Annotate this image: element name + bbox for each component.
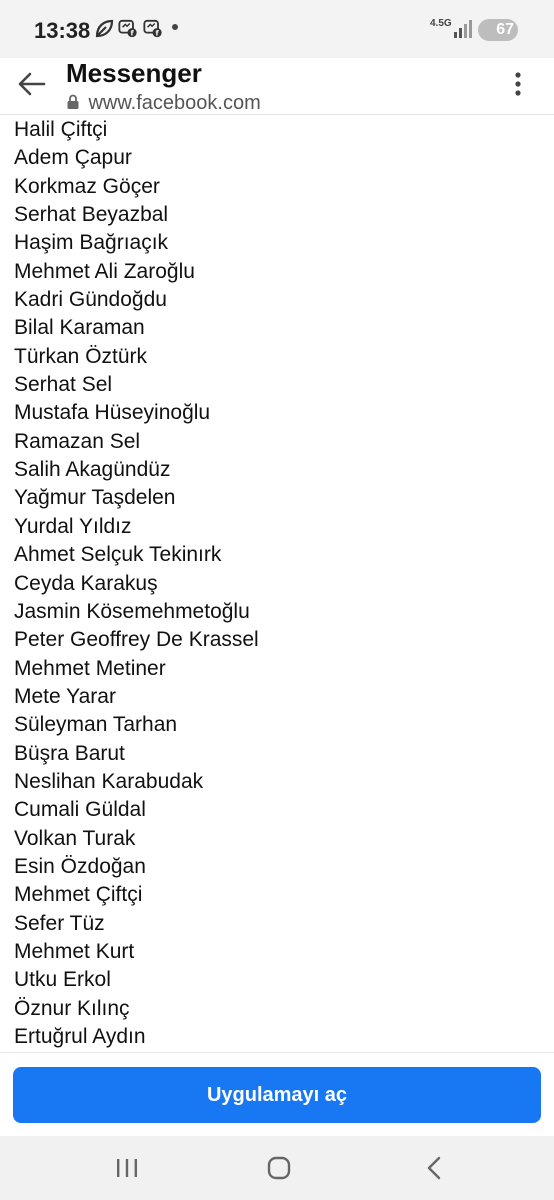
list-item: Öznur Kılınç [14,996,130,1020]
list-item: Volkan Turak [14,826,136,850]
list-item: Sefer Tüz [14,911,105,935]
list-item: Mete Yarar [14,684,116,708]
list-item: Jasmin Kösemehmetoğlu [14,599,250,623]
list-item: Büşra Barut [14,741,125,765]
list-item: Süleyman Tarhan [14,713,178,737]
list-item: Kadri Gündoğdu [14,288,167,312]
recent-apps-icon[interactable] [112,1154,142,1182]
back-nav-icon[interactable] [420,1154,450,1182]
list-item: Ceyda Karakuş [14,571,158,595]
url-row: www.facebook.com [66,92,261,114]
status-bar: 13:38 f f 4.5G 67 [0,0,554,58]
list-item: Cumali Güldal [14,798,146,822]
list-item: Mehmet Ali Zaroğlu [14,259,195,283]
list-item: Neslihan Karabudak [14,769,204,793]
notification-dot [172,24,178,30]
list-item: Haşim Bağrıaçık [14,231,169,255]
list-item: Salih Akagündüz [14,458,171,482]
list-item: Adem Çapur [14,146,132,170]
list-item: Ertuğrul Aydın [14,1025,146,1048]
list-item: Yurdal Yıldız [14,514,132,538]
page-url: www.facebook.com [88,92,261,114]
open-app-button[interactable]: Uygulamayı aç [13,1067,541,1123]
list-item: Serhat Sel [14,373,113,397]
list-item: Halil Çiftçi [14,118,108,141]
battery-level: 67 [496,21,514,38]
list-item: Korkmaz Göçer [14,174,160,198]
list-item: Türkan Öztürk [14,344,148,368]
list-item: Mustafa Hüseyinoğlu [14,401,211,425]
list-item: Ahmet Selçuk Tekinırk [14,543,222,567]
battery-indicator: 67 [478,19,518,41]
more-vertical-icon[interactable] [504,66,532,102]
lock-icon [67,94,79,109]
bottom-area: Uygulamayı aç [0,1052,554,1137]
list-item: Mehmet Kurt [14,939,135,963]
names: Halil Çiftçi Adem Çapur Korkmaz Göçer Serha… [0,116,259,1051]
status-time: 13:38 [34,18,91,43]
arrow-left-icon[interactable] [14,66,50,102]
list-item: Ramazan Sel [14,429,141,453]
list-item: Bilal Karaman [14,316,145,340]
names-list[interactable]: Halil Çiftçi Adem Çapur Korkmaz Göçer Serha… [0,116,554,1052]
home-icon[interactable] [264,1154,294,1182]
page-title: Messenger [66,58,202,88]
browser-header: Messenger www.facebook.com [0,58,554,115]
list-item: Peter Geoffrey De Krassel [14,628,259,652]
navigation-bar [0,1136,554,1200]
messenger-notification-icon: f [118,19,137,37]
list-item: Serhat Beyazbal [14,203,169,227]
leaf-icon [95,19,114,38]
facebook-notification-icon: f [143,19,162,37]
list-item: Utku Erkol [14,968,111,992]
network-type: 4.5G [430,18,452,29]
list-item: Yağmur Taşdelen [14,486,176,510]
list-item: Mehmet Çiftçi [14,883,143,907]
signal-icon [454,20,472,38]
list-item: Esin Özdoğan [14,854,146,878]
list-item: Mehmet Metiner [14,656,166,680]
